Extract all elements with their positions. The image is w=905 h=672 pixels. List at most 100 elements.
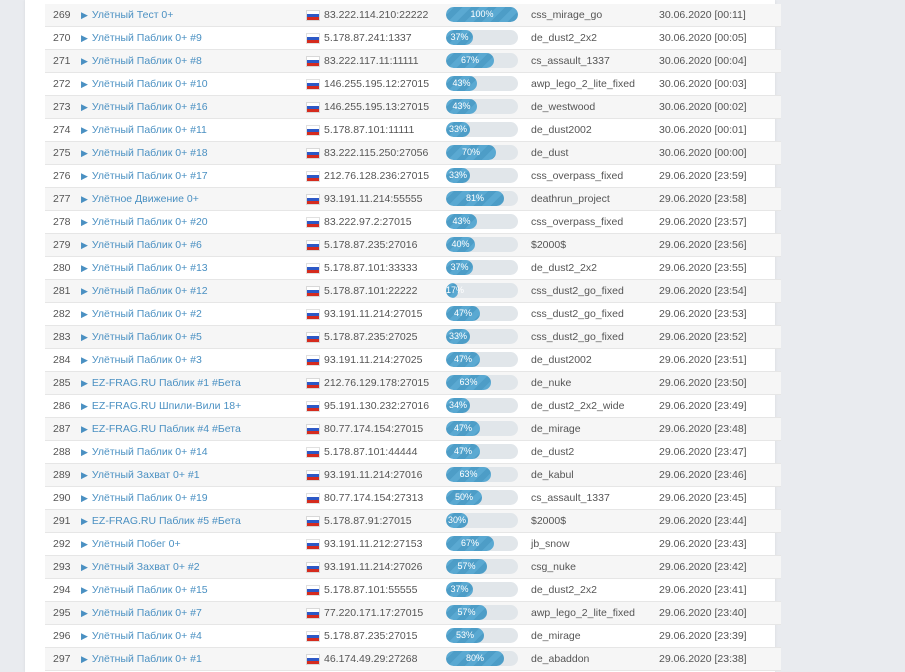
load-progress-bar: 47%	[446, 306, 518, 321]
server-name-link[interactable]: ▶ Улётный Паблик 0+ #1	[81, 648, 202, 670]
server-name-link[interactable]: ▶ Улётный Паблик 0+ #19	[81, 487, 208, 509]
server-name-link[interactable]: ▶ Улётный Паблик 0+ #7	[81, 602, 202, 624]
russia-flag-icon	[307, 517, 319, 526]
row-number: 269	[53, 9, 71, 21]
server-name-link[interactable]: ▶ Улётный Захват 0+ #2	[81, 556, 200, 578]
russia-flag-icon	[307, 195, 319, 204]
russia-flag-icon	[307, 103, 319, 112]
load-percent: 43%	[452, 216, 471, 226]
server-name-link[interactable]: ▶ Улётный Паблик 0+ #5	[81, 326, 202, 348]
added-date: 29.06.2020 [23:50]	[659, 377, 747, 389]
play-arrow-icon: ▶	[81, 631, 88, 641]
map-name: de_dust2	[531, 446, 575, 458]
server-name-link[interactable]: ▶ Улётный Побег 0+	[81, 533, 181, 555]
map-name: de_nuke	[531, 377, 572, 389]
server-address: 83.222.117.11:11111	[324, 55, 419, 67]
added-date: 29.06.2020 [23:56]	[659, 239, 747, 251]
server-row: 291 ▶ EZ-FRAG.RU Паблик #5 #Бета 5.178.87.9…	[45, 510, 781, 533]
server-name: Улётный Паблик 0+ #18	[91, 147, 208, 159]
added-date: 29.06.2020 [23:47]	[659, 446, 747, 458]
server-address: 80.77.174.154:27313	[324, 492, 424, 504]
load-progress-bar: 17%	[446, 283, 518, 298]
row-number: 272	[53, 78, 71, 90]
load-progress-bar: 81%	[446, 191, 518, 206]
map-name: de_westwood	[531, 101, 596, 113]
server-name-link[interactable]: ▶ Улётный Паблик 0+ #3	[81, 349, 202, 371]
row-number: 292	[53, 538, 71, 550]
map-name: de_kabul	[531, 469, 574, 481]
server-name-link[interactable]: ▶ Улётный Паблик 0+ #15	[81, 579, 208, 601]
load-progress-bar: 37%	[446, 582, 518, 597]
russia-flag-icon	[307, 563, 319, 572]
server-name-link[interactable]: ▶ Улётное Движение 0+	[81, 188, 199, 210]
server-row: 273 ▶ Улётный Паблик 0+ #16 146.255.195.13:…	[45, 96, 781, 119]
row-number: 295	[53, 607, 71, 619]
server-row: 275 ▶ Улётный Паблик 0+ #18 83.222.115.250:…	[45, 142, 781, 165]
server-name-link[interactable]: ▶ Улётный Паблик 0+ #17	[81, 165, 208, 187]
play-arrow-icon: ▶	[81, 470, 88, 480]
server-address: 146.255.195.12:27015	[324, 78, 430, 90]
server-address: 95.191.130.232:27016	[324, 400, 430, 412]
server-row: 288 ▶ Улётный Паблик 0+ #14 5.178.87.101:44…	[45, 441, 781, 464]
server-row: 294 ▶ Улётный Паблик 0+ #15 5.178.87.101:55…	[45, 579, 781, 602]
load-percent: 30%	[447, 515, 466, 525]
play-arrow-icon: ▶	[81, 148, 88, 158]
russia-flag-icon	[307, 609, 319, 618]
load-progress-bar: 33%	[446, 122, 518, 137]
server-name-link[interactable]: ▶ Улётный Паблик 0+ #12	[81, 280, 208, 302]
server-address: 80.77.174.154:27015	[324, 423, 424, 435]
added-date: 30.06.2020 [00:02]	[659, 101, 747, 113]
map-name: css_dust2_go_fixed	[531, 308, 624, 320]
map-name: de_dust	[531, 147, 569, 159]
added-date: 29.06.2020 [23:48]	[659, 423, 747, 435]
load-percent: 47%	[453, 354, 472, 364]
server-name-link[interactable]: ▶ Улётный Паблик 0+ #18	[81, 142, 208, 164]
server-name-link[interactable]: ▶ Улётный Паблик 0+ #13	[81, 257, 208, 279]
load-progress-bar: 50%	[446, 490, 518, 505]
server-name-link[interactable]: ▶ EZ-FRAG.RU Паблик #4 #Бета	[81, 418, 241, 440]
map-name: css_dust2_go_fixed	[531, 285, 624, 297]
row-number: 290	[53, 492, 71, 504]
load-percent: 37%	[450, 262, 469, 272]
server-name-link[interactable]: ▶ Улётный Паблик 0+ #16	[81, 96, 208, 118]
server-name-link[interactable]: ▶ Улётный Паблик 0+ #4	[81, 625, 202, 647]
server-name-link[interactable]: ▶ EZ-FRAG.RU Шпили-Вили 18+	[81, 395, 241, 417]
row-number: 297	[53, 653, 71, 665]
server-name-link[interactable]: ▶ Улётный Паблик 0+ #11	[81, 119, 207, 141]
row-number: 277	[53, 193, 71, 205]
server-name-link[interactable]: ▶ Улётный Паблик 0+ #8	[81, 50, 202, 72]
load-percent: 43%	[452, 78, 471, 88]
added-date: 29.06.2020 [23:46]	[659, 469, 747, 481]
server-name-link[interactable]: ▶ Улётный Паблик 0+ #9	[81, 27, 202, 49]
server-name-link[interactable]: ▶ Улётный Тест 0+	[81, 4, 173, 26]
load-percent: 43%	[452, 101, 471, 111]
server-name-link[interactable]: ▶ Улётный Паблик 0+ #6	[81, 234, 202, 256]
server-address: 93.191.11.214:27016	[324, 469, 423, 481]
russia-flag-icon	[307, 80, 319, 89]
server-row: 295 ▶ Улётный Паблик 0+ #7 77.220.171.17:27…	[45, 602, 781, 625]
server-name-link[interactable]: ▶ Улётный Паблик 0+ #14	[81, 441, 208, 463]
map-name: css_overpass_fixed	[531, 170, 624, 182]
server-name-link[interactable]: ▶ Улётный Захват 0+ #1	[81, 464, 200, 486]
added-date: 29.06.2020 [23:54]	[659, 285, 747, 297]
server-name-link[interactable]: ▶ EZ-FRAG.RU Паблик #5 #Бета	[81, 510, 241, 532]
row-number: 278	[53, 216, 71, 228]
scrollbar[interactable]	[901, 0, 905, 672]
russia-flag-icon	[307, 264, 319, 273]
server-name: Улётный Паблик 0+ #16	[91, 101, 208, 113]
server-name: Улётный Паблик 0+ #17	[91, 170, 208, 182]
load-percent: 57%	[457, 561, 476, 571]
server-address: 93.191.11.214:55555	[324, 193, 423, 205]
server-name-link[interactable]: ▶ EZ-FRAG.RU Паблик #1 #Бета	[81, 372, 241, 394]
server-name-link[interactable]: ▶ Улётный Паблик 0+ #20	[81, 211, 208, 233]
row-number: 288	[53, 446, 71, 458]
server-address: 5.178.87.101:22222	[324, 285, 418, 297]
play-arrow-icon: ▶	[81, 217, 88, 227]
map-name: css_overpass_fixed	[531, 216, 624, 228]
play-arrow-icon: ▶	[81, 562, 88, 572]
server-name-link[interactable]: ▶ Улётный Паблик 0+ #10	[81, 73, 208, 95]
server-address: 83.222.114.210:22222	[324, 9, 429, 21]
play-arrow-icon: ▶	[81, 309, 88, 319]
server-name-link[interactable]: ▶ Улётный Паблик 0+ #2	[81, 303, 202, 325]
load-progress-bar: 33%	[446, 329, 518, 344]
